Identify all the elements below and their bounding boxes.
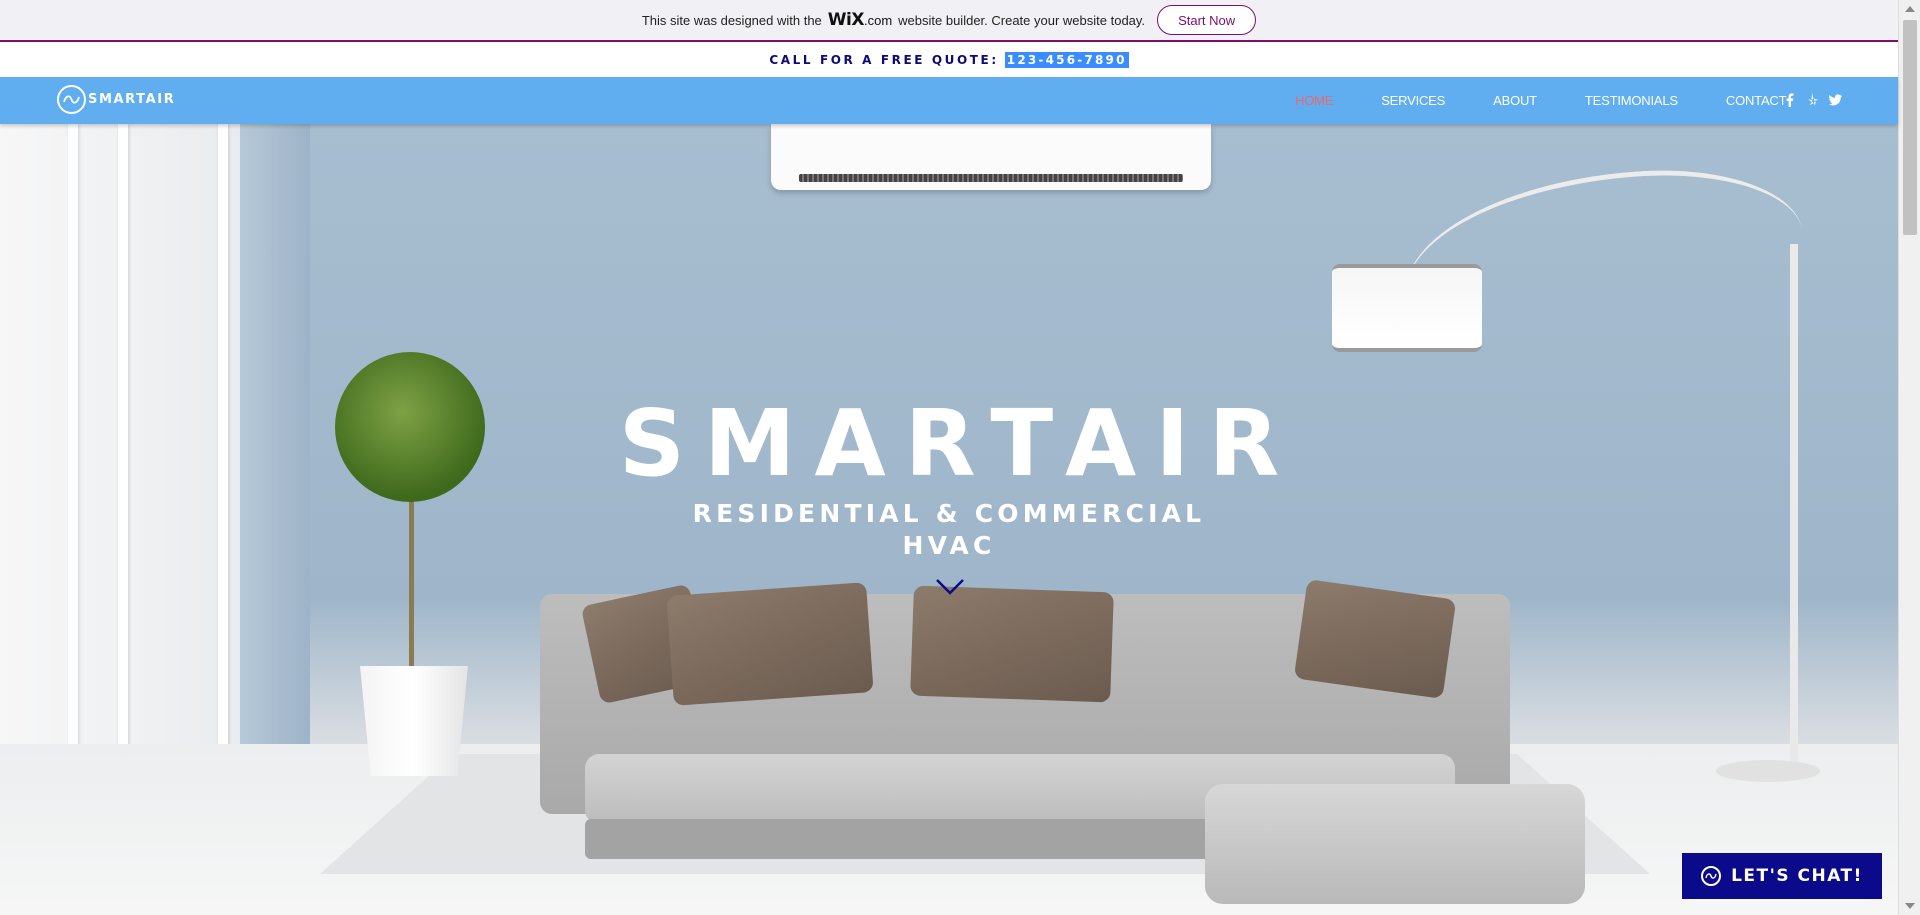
start-now-button[interactable]: Start Now — [1157, 5, 1257, 35]
phone-number-link[interactable]: 123-456-7890 — [1004, 51, 1129, 68]
lamp-shade — [1332, 264, 1482, 352]
wix-promo-banner: This site was designed with the WiX .com… — [0, 0, 1898, 42]
chat-label: LET'S CHAT! — [1731, 866, 1863, 886]
lamp-base — [1716, 760, 1820, 782]
nav-item-contact[interactable]: CONTACT — [1726, 93, 1787, 108]
yelp-icon[interactable] — [1806, 92, 1819, 107]
site-logo[interactable]: SMARTAIR — [57, 85, 175, 114]
wix-banner-text-before: This site was designed with the — [641, 12, 822, 28]
hero-title: SMARTAIR — [618, 390, 1299, 497]
site-header-nav: SMARTAIR HOME SERVICES ABOUT TESTIMONIAL… — [0, 77, 1898, 124]
logo-wave-icon — [57, 85, 86, 114]
wix-logo-suffix: .com — [863, 12, 893, 28]
quote-label: CALL FOR A FREE QUOTE: — [769, 52, 999, 67]
scroll-down-arrow-icon[interactable] — [1905, 903, 1915, 909]
quote-bar: CALL FOR A FREE QUOTE: 123-456-7890 — [0, 42, 1898, 77]
social-bar — [1783, 92, 1842, 107]
nav-item-services[interactable]: SERVICES — [1381, 93, 1445, 108]
wix-logo[interactable]: WiX — [828, 10, 865, 30]
plant-pot — [360, 666, 468, 776]
main-menu: HOME SERVICES ABOUT TESTIMONIALS CONTACT — [1295, 77, 1834, 124]
hero-subtitle-line1: RESIDENTIAL & COMMERCIAL — [692, 499, 1206, 528]
nav-item-home[interactable]: HOME — [1295, 93, 1333, 108]
hero-subtitle-line2: HVAC — [902, 531, 996, 560]
hero-section: SMARTAIR RESIDENTIAL & COMMERCIAL HVAC — [0, 124, 1898, 915]
chat-logo-icon — [1701, 866, 1722, 886]
wix-banner-text-after: website builder. Create your website tod… — [898, 12, 1146, 28]
scroll-up-arrow-icon[interactable] — [1905, 6, 1915, 12]
sofa-image — [540, 574, 1585, 904]
air-conditioner-image — [771, 124, 1211, 190]
facebook-icon[interactable] — [1783, 92, 1796, 107]
logo-text: SMARTAIR — [88, 92, 176, 107]
twitter-icon[interactable] — [1829, 92, 1842, 107]
scrollbar-thumb[interactable] — [1903, 20, 1917, 235]
lets-chat-button[interactable]: LET'S CHAT! — [1682, 853, 1882, 899]
nav-item-testimonials[interactable]: TESTIMONIALS — [1585, 93, 1678, 108]
nav-item-about[interactable]: ABOUT — [1493, 93, 1537, 108]
scroll-down-chevron-icon[interactable] — [935, 576, 965, 598]
hero-subtitle: RESIDENTIAL & COMMERCIAL HVAC — [0, 498, 1898, 562]
page-scrollbar[interactable] — [1898, 0, 1920, 915]
